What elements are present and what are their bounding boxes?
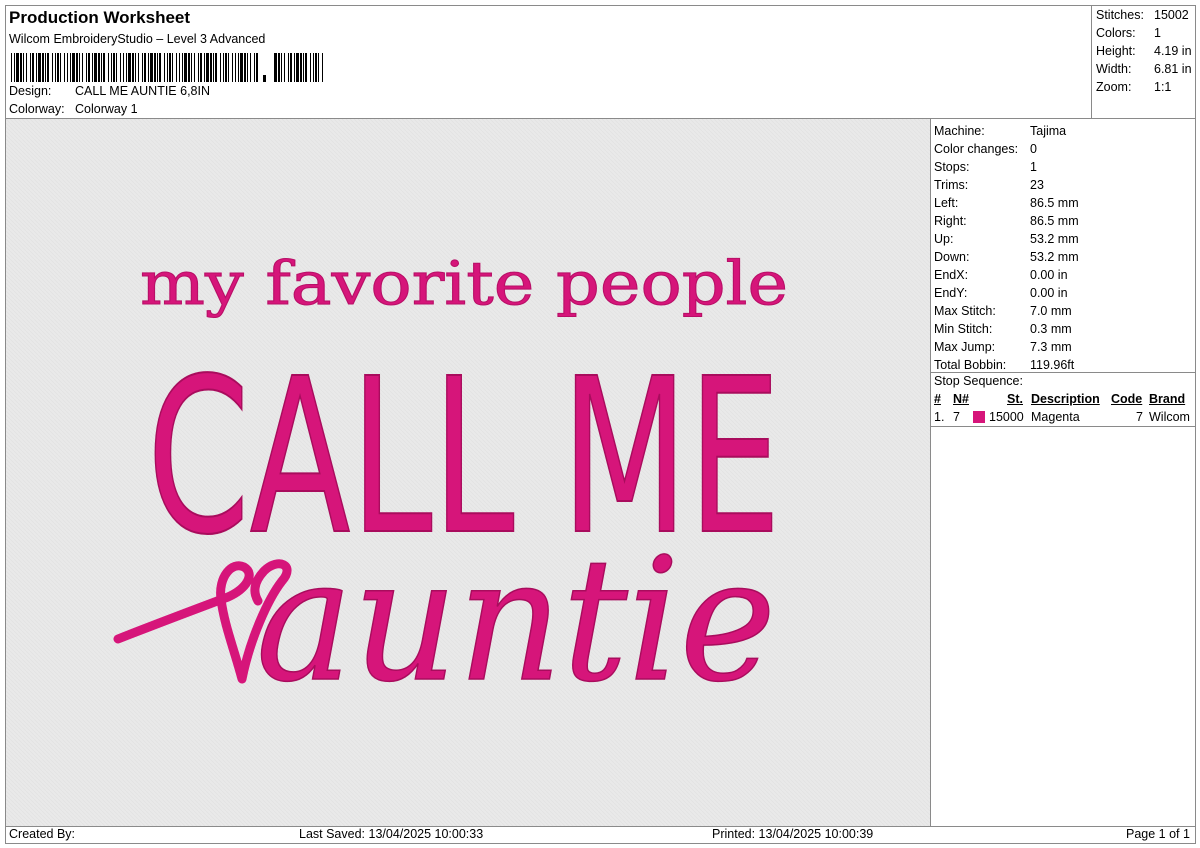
machine-label: Trims: (934, 178, 969, 192)
divider (931, 372, 1195, 373)
machine-label: Left: (934, 196, 959, 210)
machine-value: 7.3 mm (1030, 340, 1072, 354)
footer-printed: Printed: 13/04/2025 10:00:39 (712, 827, 874, 841)
machine-label: Machine: (934, 124, 985, 138)
summary-label: Stitches: (1096, 8, 1144, 22)
machine-label: EndY: (934, 286, 968, 300)
machine-row: Down: 53.2 mm (934, 248, 1079, 266)
summary-value: 1:1 (1154, 80, 1172, 94)
machine-row: Max Stitch: 7.0 mm (934, 302, 1072, 320)
machine-value: 0.3 mm (1030, 322, 1072, 336)
stop-sequence-title: Stop Sequence: (934, 374, 1023, 388)
footer-last-saved: Last Saved: 13/04/2025 10:00:33 (299, 827, 484, 841)
machine-value: 0 (1030, 142, 1037, 156)
machine-label: Up: (934, 232, 954, 246)
machine-row: Trims: 23 (934, 176, 1044, 194)
summary-label: Width: (1096, 62, 1132, 76)
machine-row: Min Stitch: 0.3 mm (934, 320, 1072, 338)
design-value: CALL ME AUNTIE 6,8IN (75, 84, 210, 98)
column-header-st: St. (1007, 392, 1023, 406)
row-n: 7 (953, 410, 960, 424)
machine-value: 86.5 mm (1030, 196, 1079, 210)
machine-value: 119.96ft (1030, 358, 1075, 372)
machine-value: 0.00 in (1030, 286, 1068, 300)
divider (930, 119, 931, 826)
worksheet-header: Production Worksheet Wilcom EmbroiderySt… (6, 6, 1091, 118)
divider (6, 826, 1195, 827)
machine-value: 23 (1030, 178, 1044, 192)
machine-label: Max Jump: (934, 340, 996, 354)
row-stitches: 15000 (989, 410, 1024, 424)
summary-label: Height: (1096, 44, 1136, 58)
colorway-value: Colorway 1 (75, 102, 138, 116)
machine-value: Tajima (1030, 124, 1067, 138)
machine-value: 1 (1030, 160, 1037, 174)
embroidery-design: my favorite people CALL ME auntie (6, 119, 930, 826)
machine-label: Down: (934, 250, 970, 264)
summary-row-height: Height: 4.19 in (1096, 42, 1192, 60)
machine-row: Max Jump: 7.3 mm (934, 338, 1072, 356)
machine-row: Left: 86.5 mm (934, 194, 1079, 212)
row-code: 7 (1136, 410, 1143, 424)
page-title: Production Worksheet (9, 8, 191, 27)
column-header-num: # (934, 392, 941, 406)
summary-value: 4.19 in (1154, 44, 1192, 58)
summary-panel: Stitches: 15002 Colors: 1 Height: 4.19 in W… (1091, 6, 1195, 118)
footer-created-by: Created By: (9, 827, 76, 841)
summary-row-width: Width: 6.81 in (1096, 60, 1192, 78)
colorway-label: Colorway: (9, 102, 65, 116)
design-label: Design: (9, 84, 52, 98)
machine-value: 7.0 mm (1030, 304, 1072, 318)
machine-row: Right: 86.5 mm (934, 212, 1079, 230)
row-description: Magenta (1031, 410, 1080, 424)
machine-label: Color changes: (934, 142, 1019, 156)
colorway-row: Colorway: Colorway 1 (9, 102, 138, 116)
design-preview: my favorite people CALL ME auntie (6, 119, 930, 826)
machine-row: EndY: 0.00 in (934, 284, 1068, 302)
machine-row: Color changes: 0 (934, 140, 1037, 158)
machine-row: EndX: 0.00 in (934, 266, 1068, 284)
machine-row: Stops: 1 (934, 158, 1037, 176)
machine-label: Stops: (934, 160, 970, 174)
footer-page: Page 1 of 1 (1126, 827, 1190, 841)
machine-label: Max Stitch: (934, 304, 996, 318)
summary-label: Colors: (1096, 26, 1136, 40)
barcode-icon (11, 53, 323, 82)
machine-value: 53.2 mm (1030, 250, 1079, 264)
design-row: Design: CALL ME AUNTIE 6,8IN (9, 84, 210, 98)
summary-row-zoom: Zoom: 1:1 (1096, 78, 1171, 96)
row-brand: Wilcom (1149, 410, 1190, 424)
divider (931, 426, 1195, 427)
column-header-description: Description (1031, 392, 1100, 406)
design-line-auntie: auntie (256, 522, 776, 720)
color-swatch (973, 411, 985, 423)
summary-row-colors: Colors: 1 (1096, 24, 1161, 42)
machine-label: Min Stitch: (934, 322, 993, 336)
machine-row: Up: 53.2 mm (934, 230, 1079, 248)
summary-value: 6.81 in (1154, 62, 1192, 76)
machine-value: 0.00 in (1030, 268, 1068, 282)
machine-value: 53.2 mm (1030, 232, 1079, 246)
summary-row-stitches: Stitches: 15002 (1096, 6, 1189, 24)
summary-value: 15002 (1154, 8, 1189, 22)
machine-label: EndX: (934, 268, 969, 282)
row-num: 1. (934, 410, 945, 424)
summary-label: Zoom: (1096, 80, 1132, 94)
machine-label: Right: (934, 214, 967, 228)
column-header-brand: Brand (1149, 392, 1186, 406)
column-header-n: N# (953, 392, 969, 406)
column-header-code: Code (1111, 392, 1143, 406)
design-line-my-favorite-people: my favorite people (140, 249, 788, 319)
machine-value: 86.5 mm (1030, 214, 1079, 228)
summary-value: 1 (1154, 26, 1161, 40)
production-worksheet: Production Worksheet Wilcom EmbroiderySt… (5, 5, 1196, 844)
machine-row: Machine: Tajima (934, 122, 1066, 140)
software-name: Wilcom EmbroideryStudio – Level 3 Advanc… (9, 32, 266, 46)
